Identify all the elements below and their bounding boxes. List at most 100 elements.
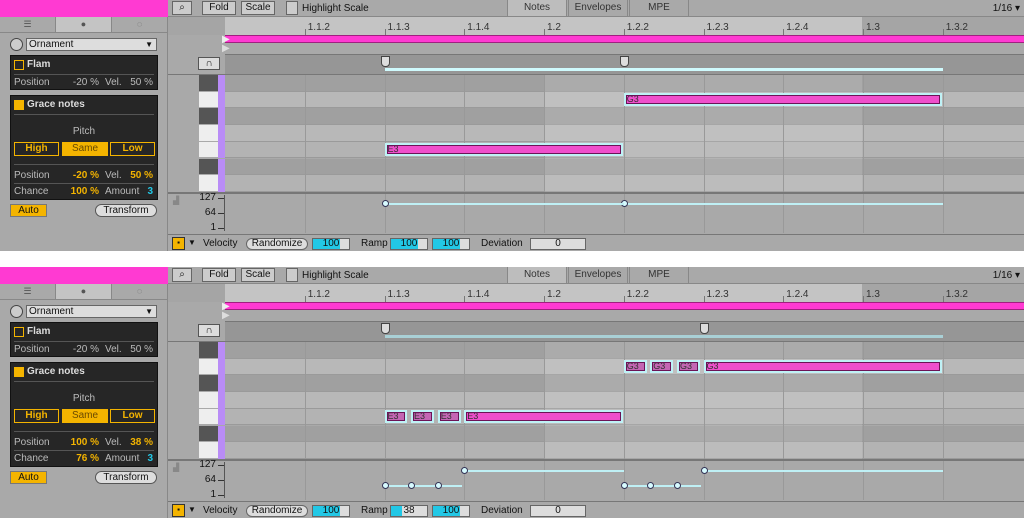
grace-note[interactable]: E3 <box>437 410 461 424</box>
tab-notes[interactable]: Notes <box>507 267 567 283</box>
velocity-lane[interactable] <box>168 459 1024 501</box>
amount-value[interactable]: 3 <box>131 186 153 197</box>
randomize-button[interactable]: Randomize <box>246 238 308 250</box>
piano-key[interactable] <box>199 158 218 175</box>
auto-button[interactable]: Auto <box>10 471 47 484</box>
highlight-scale-checkbox[interactable] <box>286 268 298 282</box>
sliders-icon[interactable]: ☰ <box>0 17 56 32</box>
zoom-search-icon[interactable]: ⌕ <box>172 268 192 282</box>
grace-note[interactable]: E3 <box>384 410 408 424</box>
marker-handle-icon[interactable] <box>619 56 629 67</box>
midi-note[interactable]: E3 <box>384 143 623 157</box>
grace-notes-checkbox[interactable] <box>14 367 24 377</box>
pitch-high-button[interactable]: High <box>14 409 59 423</box>
piano-key[interactable] <box>199 442 218 458</box>
piano-key[interactable] <box>199 141 218 158</box>
piano-key[interactable] <box>199 408 218 425</box>
pitch-low-button[interactable]: Low <box>110 409 155 423</box>
ramp-start-field[interactable]: 100 <box>390 238 428 250</box>
velocity-handle[interactable] <box>381 200 389 208</box>
target-icon[interactable]: ◌ <box>112 284 168 299</box>
tab-mpe[interactable]: MPE <box>629 267 689 283</box>
mode-dropdown[interactable]: Ornament ▼ <box>26 305 157 318</box>
expand-icon[interactable]: ▪ <box>172 237 185 250</box>
velocity-handle[interactable] <box>381 482 389 490</box>
piano-key[interactable] <box>199 375 218 392</box>
grace-note[interactable]: G3 <box>650 360 674 374</box>
loop-start-marker-icon[interactable]: ▶ <box>222 310 230 321</box>
piano-key[interactable] <box>199 358 218 375</box>
chevron-down-icon[interactable]: ▼ <box>188 238 196 247</box>
grace-note[interactable]: E3 <box>411 410 434 424</box>
chance-value[interactable]: 100 % <box>61 186 99 197</box>
pitch-low-button[interactable]: Low <box>110 142 155 156</box>
flam-vel-value[interactable]: 50 % <box>121 344 153 355</box>
tab-notes[interactable]: Notes <box>507 0 567 16</box>
sliders-icon[interactable]: ☰ <box>0 284 56 299</box>
piano-key[interactable] <box>199 75 218 91</box>
ramp-end-field[interactable]: 100 <box>432 505 470 517</box>
amount-value[interactable]: 3 <box>131 453 153 464</box>
marker-handle-icon[interactable] <box>699 323 709 334</box>
velocity-field[interactable]: 100 <box>312 238 350 250</box>
grace-note[interactable]: G3 <box>623 360 647 374</box>
clip-region-bar[interactable] <box>225 302 1024 310</box>
auto-button[interactable]: Auto <box>10 204 47 217</box>
highlight-scale-checkbox[interactable] <box>286 1 298 15</box>
grace-vel-value[interactable]: 38 % <box>121 437 153 448</box>
flam-position-value[interactable]: -20 % <box>61 77 99 88</box>
piano-key[interactable] <box>199 125 218 141</box>
fold-button[interactable]: Fold <box>202 268 236 282</box>
pitch-high-button[interactable]: High <box>14 142 59 156</box>
pitch-same-button[interactable]: Same <box>62 409 108 423</box>
preview-headphones-icon[interactable]: ∩ <box>198 324 220 337</box>
transform-button[interactable]: Transform <box>95 471 157 484</box>
grace-vel-value[interactable]: 50 % <box>121 170 153 181</box>
ramp-start-field[interactable]: 38 <box>390 505 428 517</box>
grace-position-value[interactable]: -20 % <box>61 170 99 181</box>
reset-icon[interactable] <box>10 38 23 51</box>
marker-handle-icon[interactable] <box>380 323 390 334</box>
velocity-lane[interactable] <box>168 192 1024 234</box>
expand-icon[interactable]: ▪ <box>172 504 185 517</box>
midi-note[interactable]: E3 <box>464 410 623 424</box>
piano-key[interactable] <box>199 425 218 442</box>
deviation-field[interactable]: 0 <box>530 505 586 517</box>
loop-start-marker-icon[interactable]: ▶ <box>222 43 230 54</box>
piano-key[interactable] <box>199 91 218 108</box>
flam-checkbox[interactable] <box>14 60 24 70</box>
grid-dropdown[interactable]: 1/16 ▾ <box>993 3 1020 14</box>
velocity-field[interactable]: 100 <box>312 505 350 517</box>
clip-title-bar[interactable] <box>0 267 168 284</box>
velocity-handle[interactable] <box>620 482 628 490</box>
scale-button[interactable]: Scale <box>241 1 275 15</box>
randomize-button[interactable]: Randomize <box>246 505 308 517</box>
midi-note[interactable]: G3 <box>623 93 942 107</box>
piano-key[interactable] <box>199 108 218 125</box>
flam-checkbox[interactable] <box>14 327 24 337</box>
transform-button[interactable]: Transform <box>95 204 157 217</box>
piano-key[interactable] <box>199 342 218 358</box>
grace-note[interactable]: G3 <box>676 360 700 374</box>
chance-value[interactable]: 76 % <box>61 453 99 464</box>
grace-position-value[interactable]: 100 % <box>61 437 99 448</box>
deviation-field[interactable]: 0 <box>530 238 586 250</box>
midi-note[interactable]: G3 <box>703 360 942 374</box>
fold-button[interactable]: Fold <box>202 1 236 15</box>
ornament-icon[interactable]: ● <box>56 17 112 32</box>
grace-notes-checkbox[interactable] <box>14 100 24 110</box>
flam-position-value[interactable]: -20 % <box>61 344 99 355</box>
reset-icon[interactable] <box>10 305 23 318</box>
ornament-icon[interactable]: ● <box>56 284 112 299</box>
preview-headphones-icon[interactable]: ∩ <box>198 57 220 70</box>
chevron-down-icon[interactable]: ▼ <box>188 505 196 514</box>
pitch-same-button[interactable]: Same <box>62 142 108 156</box>
clip-title-bar[interactable] <box>0 0 168 17</box>
scale-button[interactable]: Scale <box>241 268 275 282</box>
clip-region-bar[interactable] <box>225 35 1024 43</box>
tab-mpe[interactable]: MPE <box>629 0 689 16</box>
grid-dropdown[interactable]: 1/16 ▾ <box>993 270 1020 281</box>
marker-handle-icon[interactable] <box>380 56 390 67</box>
tab-envelopes[interactable]: Envelopes <box>568 267 628 283</box>
piano-key[interactable] <box>199 175 218 191</box>
